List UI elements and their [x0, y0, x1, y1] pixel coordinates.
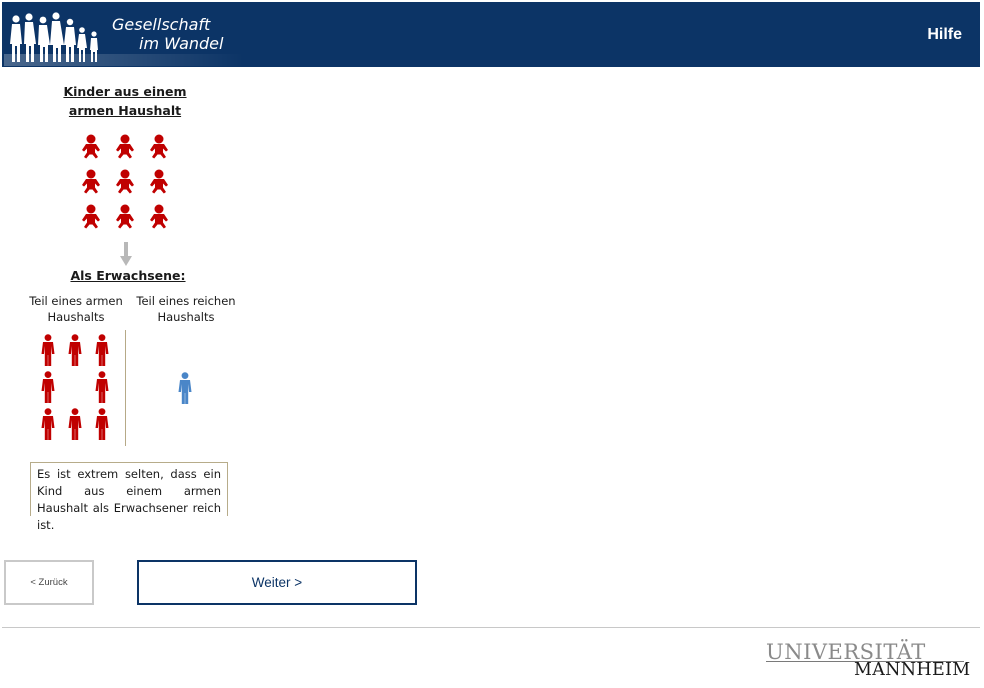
kids-heading-line1: Kinder aus einem	[63, 84, 187, 99]
adult-person-icon	[68, 334, 82, 366]
help-link[interactable]: Hilfe	[927, 26, 962, 44]
rich-household-label: Teil eines reichen Haushalts	[132, 293, 240, 325]
adult-person-icon	[95, 371, 109, 403]
adult-person-icon	[41, 408, 55, 440]
next-button[interactable]: Weiter >	[137, 560, 417, 605]
poor-adults-icon-grid	[40, 334, 120, 444]
baby-icon	[116, 169, 134, 194]
university-logo: UNIVERSITÄT MANNHEIM	[766, 640, 970, 682]
baby-icon	[150, 204, 168, 229]
baby-icon	[116, 134, 134, 159]
adult-person-icon	[95, 334, 109, 366]
brand-logo-text: Gesellschaft im Wandel	[112, 15, 223, 53]
adults-heading: Als Erwachsene:	[70, 268, 186, 283]
adult-person-icon	[68, 408, 82, 440]
poor-household-label-line1: Teil eines armen	[29, 294, 123, 308]
back-button[interactable]: < Zurück	[4, 560, 94, 605]
baby-icon	[82, 204, 100, 229]
rich-household-label-line1: Teil eines reichen	[136, 294, 236, 308]
logo-underline-fade	[4, 54, 244, 66]
poor-household-label: Teil eines armen Haushalts	[26, 293, 126, 325]
adult-person-icon	[41, 371, 55, 403]
university-logo-line2: MANNHEIM	[854, 660, 971, 680]
kids-heading-line2: armen Haushalt	[68, 103, 182, 118]
adult-person-icon	[95, 408, 109, 440]
brand-logo-line1: Gesellschaft	[112, 15, 211, 34]
footer-divider	[2, 627, 980, 628]
baby-icon	[82, 134, 100, 159]
kids-heading: Kinder aus einem armen Haushalt	[58, 82, 192, 120]
brand-logo-line2: im Wandel	[139, 34, 224, 53]
adult-person-icon	[41, 334, 55, 366]
baby-icon	[82, 169, 100, 194]
note-box: Es ist extrem selten, dass ein Kind aus …	[30, 462, 228, 532]
poor-children-icon-grid	[80, 134, 180, 234]
baby-icon	[116, 204, 134, 229]
column-divider	[125, 330, 126, 446]
rich-adult-person-icon	[178, 372, 192, 404]
header-bar: Gesellschaft im Wandel Hilfe	[2, 2, 980, 67]
poor-household-label-line2: Haushalts	[47, 310, 105, 324]
rich-household-label-line2: Haushalts	[157, 310, 215, 324]
baby-icon	[150, 169, 168, 194]
baby-icon	[150, 134, 168, 159]
arrow-down-icon	[120, 242, 132, 266]
